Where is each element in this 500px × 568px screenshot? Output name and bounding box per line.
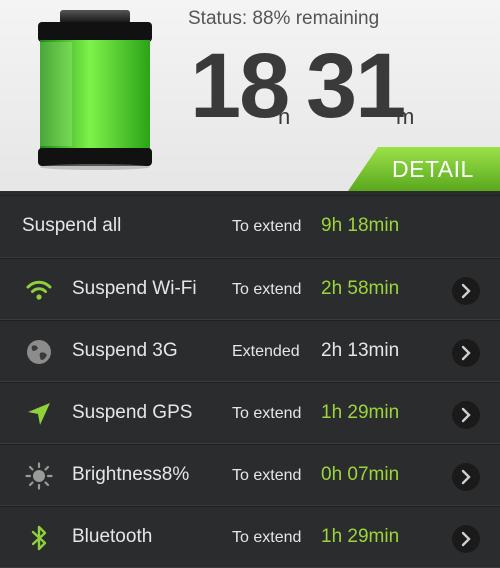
battery-header: Status: 88% remaining 18 h 31 m DETAIL	[0, 0, 500, 191]
list-item-suspend-all[interactable]: Suspend all To extend 9h 18min	[0, 195, 500, 258]
row-label: Brightness8%	[72, 464, 190, 485]
chevron-right-icon[interactable]	[451, 462, 481, 492]
hours-value: 18	[190, 35, 290, 137]
row-extend-label: To extend	[232, 281, 302, 298]
row-label: Suspend 3G	[72, 340, 178, 361]
chevron-right-icon[interactable]	[451, 400, 481, 430]
brightness-icon	[25, 462, 53, 490]
battery-icon	[38, 10, 152, 170]
wifi-icon	[26, 280, 52, 300]
row-label: Bluetooth	[72, 526, 153, 547]
bluetooth-icon	[31, 525, 47, 551]
row-extend-label: To extend	[232, 529, 302, 546]
row-extend-label: To extend	[232, 218, 302, 235]
row-extend-label: Extended	[232, 343, 300, 360]
row-extend-value: 1h 29min	[321, 402, 400, 423]
suspend-options-list: Suspend all To extend 9h 18min Suspend W…	[0, 195, 500, 568]
row-extend-label: To extend	[232, 405, 302, 422]
battery-status: Status: 88% remaining	[188, 8, 380, 29]
hours-unit: h	[278, 104, 291, 129]
chevron-right-icon[interactable]	[451, 524, 481, 554]
row-label: Suspend GPS	[72, 402, 193, 423]
list-item-suspend-gps[interactable]: Suspend GPS To extend 1h 29min	[0, 382, 500, 444]
list-item-bluetooth[interactable]: Bluetooth To extend 1h 29min	[0, 506, 500, 568]
row-extend-value: 0h 07min	[321, 464, 400, 485]
location-arrow-icon	[28, 403, 50, 425]
row-label: Suspend all	[22, 215, 122, 236]
detail-button[interactable]: DETAIL	[348, 147, 500, 191]
row-extend-value: 2h 13min	[321, 340, 400, 361]
minutes-value: 31	[306, 35, 406, 137]
minutes-unit: m	[396, 104, 415, 129]
globe-icon	[27, 340, 51, 364]
row-label: Suspend Wi-Fi	[72, 278, 197, 299]
list-item-brightness[interactable]: Brightness8% To extend 0h 07min	[0, 444, 500, 506]
list-item-suspend-wifi[interactable]: Suspend Wi-Fi To extend 2h 58min	[0, 258, 500, 320]
chevron-right-icon[interactable]	[451, 276, 481, 306]
detail-label: DETAIL	[392, 156, 474, 182]
row-extend-value: 9h 18min	[321, 215, 400, 236]
chevron-right-icon[interactable]	[451, 338, 481, 368]
list-item-suspend-3g[interactable]: Suspend 3G Extended 2h 13min	[0, 320, 500, 382]
row-extend-value: 2h 58min	[321, 278, 400, 299]
row-extend-label: To extend	[232, 467, 302, 484]
row-extend-value: 1h 29min	[321, 526, 400, 547]
